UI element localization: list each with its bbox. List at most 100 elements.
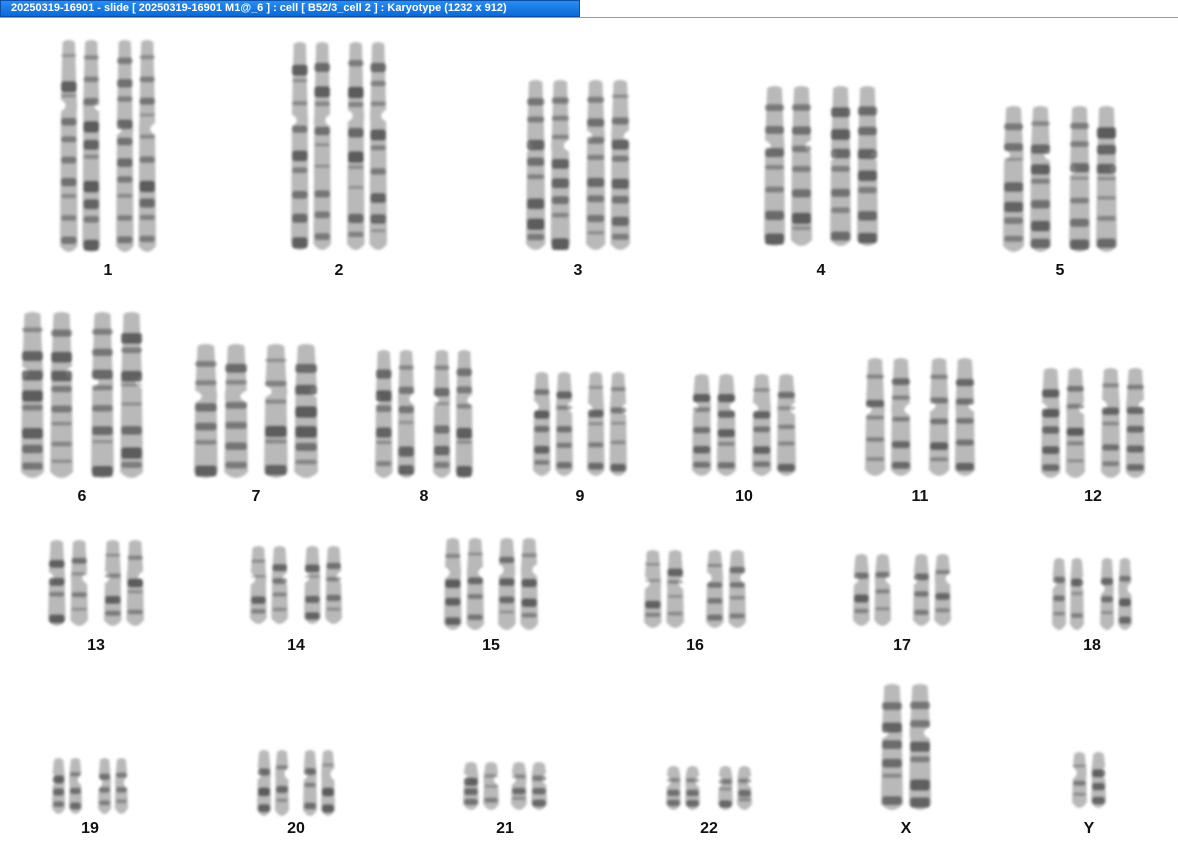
chromosome-pair-6[interactable]: [21, 312, 143, 478]
chromosome-band: [370, 145, 386, 151]
chromosome-pair-7[interactable]: [194, 344, 318, 478]
chromosome-4-b[interactable]: [830, 86, 878, 246]
chromosome-12-b[interactable]: [1101, 368, 1145, 478]
chromosome-pair-2[interactable]: [291, 42, 387, 250]
chromosome-pair-21[interactable]: [463, 762, 547, 810]
chromosome-9-a[interactable]: [533, 372, 573, 476]
chromosome-1-a[interactable]: [60, 40, 100, 252]
chromosome-6-b[interactable]: [91, 312, 143, 478]
chromosome-band: [1030, 178, 1050, 185]
chromosome-label-19: 19: [81, 820, 99, 837]
chromosome-17-b[interactable]: [913, 554, 951, 626]
chromosome-14-b[interactable]: [304, 546, 342, 624]
chromosome-5-a[interactable]: [1003, 106, 1051, 252]
chromosome-band: [753, 461, 771, 468]
chromosome-11-a[interactable]: [865, 358, 911, 476]
chromosome-16-b[interactable]: [706, 550, 746, 628]
chromosome-y[interactable]: [1072, 752, 1106, 808]
chromosome-band: [434, 461, 450, 469]
chromosome-band: [265, 464, 287, 476]
chromosome-pair-20[interactable]: [257, 750, 335, 816]
chromosome-2-a[interactable]: [291, 42, 331, 250]
chromosome-15-b[interactable]: [498, 538, 538, 630]
chromosome-pair-18[interactable]: [1052, 558, 1132, 630]
chromosome-band: [51, 351, 72, 363]
chromosome-12-a[interactable]: [1041, 368, 1085, 478]
chromosome-7-a[interactable]: [194, 344, 248, 478]
chromosome-22-b[interactable]: [718, 766, 752, 810]
chromosome-band: [667, 568, 683, 577]
window-title-bar[interactable]: 20250319-16901 - slide [ 20250319-16901 …: [0, 0, 580, 17]
chromosome-16-a[interactable]: [644, 550, 684, 628]
chromosome-band: [51, 370, 72, 382]
chromosome-21-a[interactable]: [463, 762, 499, 810]
chromosome-13-b[interactable]: [104, 540, 144, 626]
chromosome-band: [1004, 142, 1024, 152]
chromosome-14-a[interactable]: [250, 546, 288, 624]
chromosome-pair-19[interactable]: [52, 758, 128, 814]
chromosome-9-b[interactable]: [587, 372, 627, 476]
chromosome-13-a[interactable]: [48, 540, 88, 626]
chromosome-band: [326, 576, 341, 582]
chromosome-1-b[interactable]: [116, 40, 156, 252]
chromosome-8-b[interactable]: [433, 350, 473, 478]
chromosome-11-b[interactable]: [929, 358, 975, 476]
chromosome-8-a[interactable]: [375, 350, 415, 478]
chromosome-band: [398, 420, 414, 425]
chromosome-pair-3[interactable]: [526, 80, 630, 251]
chromosome-19-a[interactable]: [52, 758, 82, 814]
chromosome-pair-y[interactable]: [1072, 752, 1106, 808]
chromosome-x[interactable]: [881, 684, 931, 810]
chromosome-band: [556, 442, 572, 449]
chromosome-pair-9[interactable]: [533, 372, 627, 476]
chromosome-band: [292, 213, 308, 223]
chromosome-band: [305, 564, 320, 573]
chromosome-pair-11[interactable]: [865, 358, 975, 476]
chromosome-17-a[interactable]: [853, 554, 891, 626]
chromosome-band: [292, 237, 308, 249]
chromosome-pair-16[interactable]: [644, 550, 746, 628]
chromosome-18-a[interactable]: [1052, 558, 1084, 630]
chromosome-20-b[interactable]: [303, 750, 335, 816]
chromosome-18-b[interactable]: [1100, 558, 1132, 630]
chromosome-band: [910, 797, 930, 808]
chromosome-pair-15[interactable]: [444, 538, 538, 630]
chromosome-5-b[interactable]: [1069, 106, 1117, 252]
chromosome-19-b[interactable]: [98, 758, 128, 814]
chromosome-pair-13[interactable]: [48, 540, 144, 626]
chromosome-band: [326, 562, 341, 570]
chromosome-3-a[interactable]: [526, 80, 570, 251]
chromosome-band: [321, 804, 334, 813]
chromosome-band: [83, 55, 99, 60]
chromosome-band: [866, 456, 885, 462]
chromosome-22-a[interactable]: [666, 766, 700, 810]
chromosome-7-b[interactable]: [264, 344, 318, 478]
chromosome-pair-14[interactable]: [250, 546, 342, 624]
chromosome-band: [1042, 389, 1060, 398]
chromosome-pair-1[interactable]: [60, 40, 156, 252]
chromosome-pair-5[interactable]: [1003, 106, 1117, 252]
chromosome-6-a[interactable]: [21, 312, 73, 478]
chromosome-pair-22[interactable]: [666, 766, 752, 810]
chromosome-pair-4[interactable]: [764, 86, 878, 246]
chromosome-4-a[interactable]: [764, 86, 812, 246]
chromosome-3-b[interactable]: [586, 80, 630, 250]
chromosome-pair-17[interactable]: [853, 554, 951, 626]
chromosome-10-a[interactable]: [692, 374, 736, 476]
chromosome-2-b[interactable]: [347, 42, 387, 250]
chromosome-band: [69, 771, 81, 777]
chromosome-20-a[interactable]: [257, 750, 289, 816]
chromosome-band: [667, 579, 683, 584]
chromosome-band: [348, 151, 364, 163]
chromosome-21-b[interactable]: [511, 762, 547, 810]
chromosome-pair-10[interactable]: [692, 374, 796, 476]
chromosome-band: [765, 186, 785, 193]
chromosome-15-a[interactable]: [444, 538, 484, 630]
chromosome-pair-x[interactable]: [881, 684, 931, 810]
chromosome-band: [225, 363, 247, 373]
chromosome-pair-12[interactable]: [1041, 368, 1145, 478]
chromosome-10-b[interactable]: [752, 374, 796, 476]
chromosome-pair-8[interactable]: [375, 350, 473, 478]
chromosome-band: [588, 462, 604, 470]
chromosome-band: [693, 426, 711, 434]
